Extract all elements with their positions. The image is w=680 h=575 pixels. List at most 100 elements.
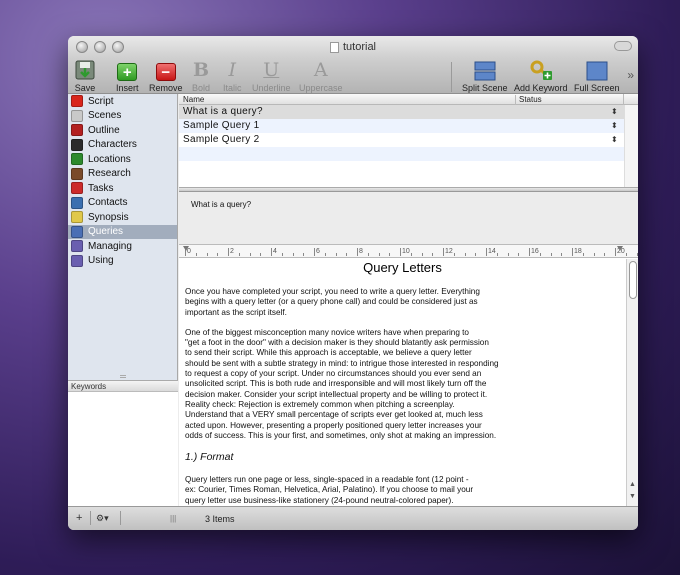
- sidebar-item-research[interactable]: Research: [68, 167, 177, 182]
- underline-label: Underline: [252, 83, 291, 93]
- italic-label: Italic: [223, 83, 242, 93]
- ruler-tick: [529, 248, 530, 256]
- ruler-tick: [217, 253, 219, 256]
- status-popup-icon[interactable]: ⬍: [611, 119, 618, 133]
- scroll-down-arrow-icon[interactable]: ▼: [629, 493, 636, 500]
- margin-marker[interactable]: [617, 246, 623, 251]
- close-window-button[interactable]: [76, 41, 88, 53]
- research-icon: [71, 167, 83, 180]
- column-header-name[interactable]: Name: [183, 95, 204, 104]
- column-header-options[interactable]: [623, 94, 638, 105]
- ruler-tick: [195, 253, 197, 256]
- title-bar: tutorial: [68, 36, 638, 58]
- ruler-label: 2: [230, 248, 234, 255]
- split-scene-label: Split Scene: [462, 83, 508, 93]
- uppercase-button[interactable]: A Uppercase: [299, 59, 343, 93]
- toolbar-separator: [451, 62, 452, 92]
- remove-label: Remove: [149, 83, 183, 93]
- sidebar-split-handle[interactable]: [120, 375, 126, 378]
- sidebar-item-contacts[interactable]: Contacts: [68, 196, 177, 211]
- ruler-tick: [335, 253, 337, 256]
- ruler-tick: [539, 253, 541, 256]
- ruler-tick: [410, 253, 412, 256]
- sidebar-item-queries[interactable]: Queries: [68, 224, 177, 239]
- sidebar-item-label: Research: [88, 168, 131, 180]
- sidebar-item-tasks[interactable]: Tasks: [68, 181, 177, 196]
- minimize-window-button[interactable]: [94, 41, 106, 53]
- table-row[interactable]: Sample Query 2 ⬍: [179, 133, 624, 147]
- gear-menu-button[interactable]: ⚙▾: [96, 513, 109, 524]
- characters-icon: [71, 138, 83, 151]
- remove-button[interactable]: − Remove: [149, 59, 183, 93]
- table-row[interactable]: Sample Query 1 ⬍: [179, 119, 624, 133]
- sidebar: Script Scenes Outline Characters Locations Re…: [68, 94, 178, 508]
- sidebar-item-using[interactable]: Using: [68, 254, 177, 269]
- sidebar-item-label: Scenes: [88, 110, 122, 122]
- add-keyword-label: Add Keyword: [514, 83, 568, 93]
- synopsis-field[interactable]: What is a query?: [179, 192, 638, 244]
- locations-icon: [71, 153, 83, 166]
- ruler-tick: [281, 253, 283, 256]
- insert-button[interactable]: + Insert: [116, 59, 139, 93]
- italic-button[interactable]: I Italic: [223, 59, 242, 93]
- document-title: Query Letters: [363, 260, 442, 275]
- editor-scrollbar[interactable]: ▲ ▼: [626, 259, 638, 507]
- underline-button[interactable]: U Underline: [252, 59, 291, 93]
- text-editor[interactable]: Query Letters Once you have completed yo…: [179, 259, 626, 507]
- sidebar-item-scenes[interactable]: Scenes: [68, 109, 177, 124]
- column-header-status[interactable]: Status: [515, 95, 542, 105]
- toolbar-toggle-button[interactable]: [614, 41, 632, 51]
- sidebar-item-label: Synopsis: [88, 211, 129, 223]
- bold-button[interactable]: B Bold: [192, 59, 210, 93]
- margin-marker[interactable]: [183, 246, 189, 251]
- paragraph-format: Query letters run one page or less, sing…: [185, 475, 474, 505]
- add-keyword-button[interactable]: Add Keyword: [514, 59, 568, 93]
- ruler-tick: [324, 253, 326, 256]
- sidebar-item-synopsis[interactable]: Synopsis: [68, 210, 177, 225]
- status-popup-icon[interactable]: ⬍: [611, 133, 618, 147]
- full-screen-label: Full Screen: [574, 83, 620, 93]
- ruler-label: 14: [488, 248, 496, 255]
- ruler-label: 16: [531, 248, 539, 255]
- zoom-window-button[interactable]: [112, 41, 124, 53]
- status-separator: [120, 511, 121, 525]
- ruler-label: 8: [359, 248, 363, 255]
- uppercase-label: Uppercase: [299, 83, 343, 93]
- scroll-thumb[interactable]: [629, 261, 637, 299]
- status-separator: [90, 511, 91, 525]
- row-name: Sample Query 1: [183, 120, 260, 131]
- sidebar-item-label: Queries: [88, 226, 124, 238]
- toolbar-overflow-button[interactable]: »: [627, 68, 634, 82]
- sidebar-item-locations[interactable]: Locations: [68, 152, 177, 167]
- save-label: Save: [74, 83, 96, 93]
- table-scrollbar[interactable]: [624, 105, 638, 187]
- sidebar-item-managing[interactable]: Managing: [68, 239, 177, 254]
- status-popup-icon[interactable]: ⬍: [611, 105, 618, 119]
- add-item-button[interactable]: +: [76, 512, 82, 524]
- sidebar-item-label: Tasks: [88, 182, 114, 194]
- sidebar-item-script[interactable]: Script: [68, 94, 177, 109]
- sidebar-item-label: Locations: [88, 153, 131, 165]
- full-screen-button[interactable]: Full Screen: [574, 59, 620, 93]
- ruler-tick: [453, 253, 455, 256]
- row-name: What is a query?: [183, 106, 263, 117]
- sidebar-item-outline[interactable]: Outline: [68, 123, 177, 138]
- split-scene-button[interactable]: Split Scene: [462, 59, 508, 93]
- scroll-up-arrow-icon[interactable]: ▲: [629, 481, 636, 488]
- keywords-list[interactable]: [68, 392, 178, 508]
- table-row[interactable]: What is a query? ⬍: [179, 105, 624, 119]
- ruler-tick: [561, 253, 563, 256]
- ruler-tick: [206, 253, 208, 256]
- row-name: Sample Query 2: [183, 134, 260, 145]
- ruler-tick: [625, 253, 627, 256]
- ruler-tick: [389, 253, 391, 256]
- save-button[interactable]: Save: [74, 59, 96, 93]
- ruler-tick: [303, 253, 305, 256]
- resize-handle-icon[interactable]: |||: [170, 514, 176, 523]
- ruler-tick: [518, 253, 520, 256]
- sidebar-list: Script Scenes Outline Characters Locations Re…: [68, 94, 177, 268]
- sidebar-item-characters[interactable]: Characters: [68, 138, 177, 153]
- ruler-tick: [464, 253, 466, 256]
- uppercase-icon: A: [313, 59, 328, 81]
- sidebar-item-label: Characters: [88, 139, 137, 151]
